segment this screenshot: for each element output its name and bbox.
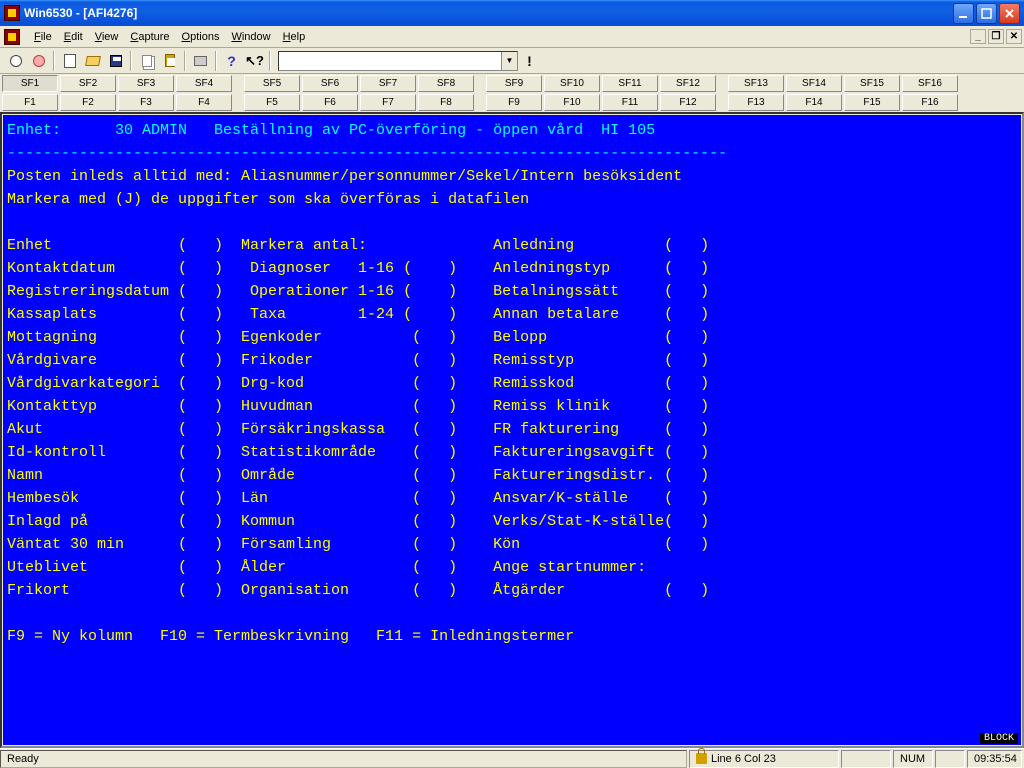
titlebar: Win6530 - [AFI4276] <box>0 0 1024 26</box>
sf14-button[interactable]: SF14 <box>786 75 842 92</box>
sf9-button[interactable]: SF9 <box>486 75 542 92</box>
f-row: F1F2F3F4 F5F6F7F8 F9F10F11F12 F13F14F15F16 <box>0 93 1024 112</box>
open-button[interactable] <box>81 50 104 72</box>
window-title: Win6530 - [AFI4276] <box>24 6 137 20</box>
sf10-button[interactable]: SF10 <box>544 75 600 92</box>
arrow-help-icon: ↖? <box>245 54 264 67</box>
new-button[interactable] <box>58 50 81 72</box>
status-scrl <box>935 750 965 768</box>
status-num: NUM <box>893 750 933 768</box>
menu-window[interactable]: Window <box>225 29 276 45</box>
open-icon <box>85 56 101 66</box>
f13-button[interactable]: F13 <box>728 94 784 111</box>
macro-input[interactable] <box>279 52 501 70</box>
f5-button[interactable]: F5 <box>244 94 300 111</box>
disconnect-icon <box>33 55 45 67</box>
help-button[interactable]: ? <box>220 50 243 72</box>
f12-button[interactable]: F12 <box>660 94 716 111</box>
mdi-icon[interactable] <box>4 29 20 45</box>
f8-button[interactable]: F8 <box>418 94 474 111</box>
exclaim-icon: ! <box>527 54 532 68</box>
f9-button[interactable]: F9 <box>486 94 542 111</box>
menu-edit[interactable]: Edit <box>58 29 89 45</box>
menu-file[interactable]: File <box>28 29 58 45</box>
sf3-button[interactable]: SF3 <box>118 75 174 92</box>
mdi-minimize-button[interactable]: _ <box>970 29 986 44</box>
copy-icon <box>142 55 152 67</box>
mdi-close-button[interactable]: ✕ <box>1006 29 1022 44</box>
combo-drop-icon[interactable]: ▼ <box>501 52 517 70</box>
new-icon <box>64 54 76 68</box>
f1-button[interactable]: F1 <box>2 94 58 111</box>
f4-button[interactable]: F4 <box>176 94 232 111</box>
status-cap <box>841 750 891 768</box>
status-ready: Ready <box>0 750 687 768</box>
save-icon <box>110 55 122 67</box>
maximize-button[interactable] <box>976 3 997 24</box>
lock-icon <box>696 753 707 764</box>
menu-help[interactable]: Help <box>277 29 312 45</box>
sf7-button[interactable]: SF7 <box>360 75 416 92</box>
sf4-button[interactable]: SF4 <box>176 75 232 92</box>
sf15-button[interactable]: SF15 <box>844 75 900 92</box>
f10-button[interactable]: F10 <box>544 94 600 111</box>
sf8-button[interactable]: SF8 <box>418 75 474 92</box>
f15-button[interactable]: F15 <box>844 94 900 111</box>
minimize-button[interactable] <box>953 3 974 24</box>
f6-button[interactable]: F6 <box>302 94 358 111</box>
macro-combo[interactable]: ▼ <box>278 51 518 71</box>
f11-button[interactable]: F11 <box>602 94 658 111</box>
print-icon <box>194 56 207 66</box>
sf-row: SF1SF2SF3SF4 SF5SF6SF7SF8 SF9SF10SF11SF12 S… <box>0 74 1024 93</box>
f3-button[interactable]: F3 <box>118 94 174 111</box>
close-button[interactable] <box>999 3 1020 24</box>
connect-icon <box>10 55 22 67</box>
app-icon <box>4 5 20 21</box>
connect-button[interactable] <box>4 50 27 72</box>
terminal[interactable]: Enhet: 30 ADMIN Beställning av PC-överfö… <box>3 115 1021 745</box>
menu-capture[interactable]: Capture <box>124 29 175 45</box>
status-time: 09:35:54 <box>967 750 1022 768</box>
whatsthis-button[interactable]: ↖? <box>243 50 266 72</box>
status-position: Line 6 Col 23 <box>689 750 839 768</box>
toolbar: ? ↖? ▼ ! <box>0 48 1024 74</box>
menubar: File Edit View Capture Options Window He… <box>0 26 1024 48</box>
help-icon: ? <box>227 54 236 68</box>
sf1-button[interactable]: SF1 <box>2 75 58 92</box>
sf12-button[interactable]: SF12 <box>660 75 716 92</box>
run-macro-button[interactable]: ! <box>518 50 541 72</box>
f16-button[interactable]: F16 <box>902 94 958 111</box>
sf16-button[interactable]: SF16 <box>902 75 958 92</box>
statusbar: Ready Line 6 Col 23 NUM 09:35:54 <box>0 748 1024 768</box>
sf13-button[interactable]: SF13 <box>728 75 784 92</box>
menu-view[interactable]: View <box>89 29 125 45</box>
menu-options[interactable]: Options <box>176 29 226 45</box>
sf6-button[interactable]: SF6 <box>302 75 358 92</box>
terminal-frame: Enhet: 30 ADMIN Beställning av PC-överfö… <box>0 112 1024 748</box>
f2-button[interactable]: F2 <box>60 94 116 111</box>
sf11-button[interactable]: SF11 <box>602 75 658 92</box>
f7-button[interactable]: F7 <box>360 94 416 111</box>
copy-button[interactable] <box>135 50 158 72</box>
sf5-button[interactable]: SF5 <box>244 75 300 92</box>
disconnect-button[interactable] <box>27 50 50 72</box>
f14-button[interactable]: F14 <box>786 94 842 111</box>
save-button[interactable] <box>104 50 127 72</box>
paste-icon <box>165 54 175 67</box>
mdi-restore-button[interactable]: ❐ <box>988 29 1004 44</box>
sf2-button[interactable]: SF2 <box>60 75 116 92</box>
print-button[interactable] <box>189 50 212 72</box>
paste-button[interactable] <box>158 50 181 72</box>
block-indicator: BLOCK <box>980 733 1018 744</box>
